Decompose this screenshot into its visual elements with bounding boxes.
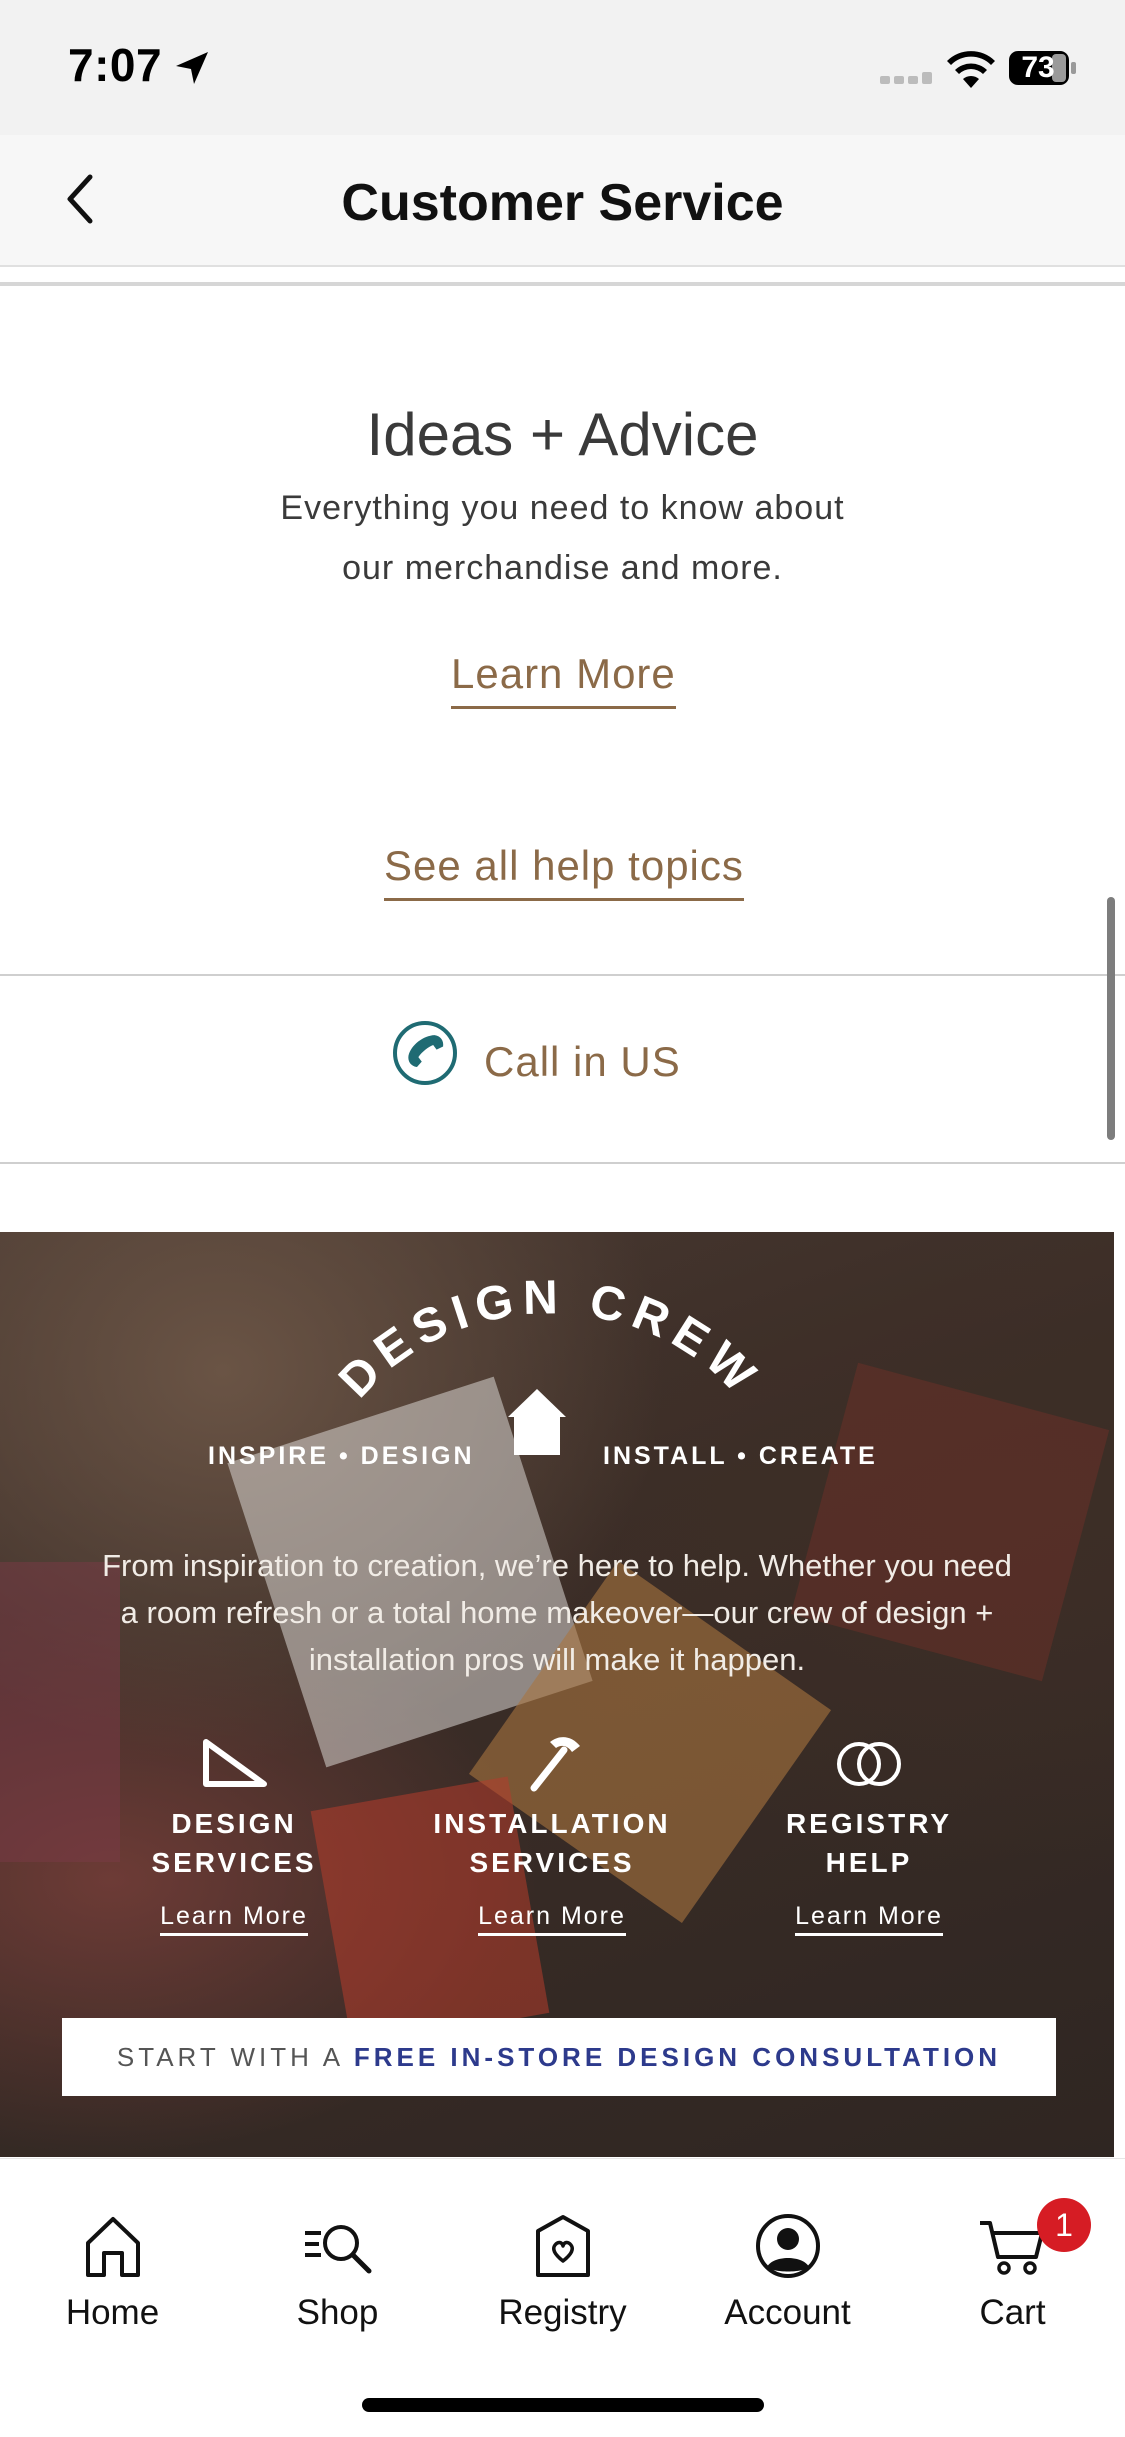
installation-services-learn-more-link[interactable]: Learn More bbox=[478, 1902, 626, 1936]
tab-cart-label: Cart bbox=[979, 2293, 1046, 2332]
cellular-signal-icon bbox=[880, 72, 932, 84]
battery-level: 73 bbox=[1021, 51, 1055, 84]
tab-registry[interactable]: Registry bbox=[450, 2211, 675, 2333]
bottom-tab-bar: Home Shop Registry Account Cart bbox=[0, 2158, 1125, 2437]
installation-services-title: INSTALLATION SERVICES bbox=[433, 1808, 671, 1878]
see-all-help-topics-link[interactable]: See all help topics bbox=[384, 842, 744, 901]
home-indicator[interactable] bbox=[362, 2398, 764, 2412]
triangle-ruler-icon bbox=[203, 1739, 267, 1787]
status-bar: 7:07 73 bbox=[0, 0, 1125, 135]
banner-description: From inspiration to creation, we’re here… bbox=[102, 1548, 1012, 1677]
scrollbar[interactable] bbox=[1107, 897, 1115, 1140]
divider bbox=[0, 1162, 1125, 1164]
ideas-learn-more-link[interactable]: Learn More bbox=[451, 650, 676, 709]
location-arrow-icon bbox=[176, 52, 208, 84]
hammer-icon bbox=[530, 1737, 580, 1792]
divider bbox=[0, 974, 1125, 976]
tab-home-label: Home bbox=[65, 2293, 160, 2332]
navigation-bar: Customer Service bbox=[0, 135, 1125, 267]
tab-shop-label: Shop bbox=[296, 2293, 379, 2332]
tab-shop[interactable]: Shop bbox=[225, 2211, 450, 2333]
tab-account[interactable]: Account bbox=[675, 2211, 900, 2333]
tab-account-label: Account bbox=[724, 2293, 851, 2332]
design-crew-banner[interactable]: DESIGN CREW INSPIRE • DESIGN INSTALL • C… bbox=[0, 1232, 1114, 2157]
ideas-advice-description: Everything you need to know about our me… bbox=[280, 489, 845, 587]
account-icon bbox=[755, 2214, 820, 2278]
design-services-item: DESIGN SERVICES Learn More bbox=[104, 1732, 364, 1936]
banner-tagline-right: INSTALL • CREATE bbox=[603, 1442, 878, 1470]
registry-icon bbox=[535, 2215, 590, 2277]
tab-home[interactable]: Home bbox=[0, 2211, 225, 2333]
tab-registry-label: Registry bbox=[498, 2293, 627, 2332]
consult-prefix: START WITH A bbox=[116, 2042, 343, 2072]
ideas-advice-title: Ideas + Advice bbox=[366, 401, 759, 468]
design-services-title: DESIGN SERVICES bbox=[151, 1808, 317, 1878]
tab-cart[interactable]: Cart bbox=[900, 2211, 1125, 2333]
registry-help-title: REGISTRY HELP bbox=[785, 1808, 953, 1878]
cart-count-badge: 1 bbox=[1037, 2198, 1091, 2252]
page-title: Customer Service bbox=[341, 174, 784, 232]
installation-services-item: INSTALLATION SERVICES Learn More bbox=[422, 1732, 682, 1936]
call-us-label: Call in US bbox=[484, 1038, 681, 1085]
house-icon bbox=[508, 1389, 566, 1455]
phone-icon bbox=[393, 1021, 457, 1085]
rings-icon bbox=[837, 1742, 901, 1786]
consult-emphasis: FREE IN-STORE DESIGN CONSULTATION bbox=[353, 2042, 1002, 2072]
design-services-learn-more-link[interactable]: Learn More bbox=[160, 1902, 308, 1936]
registry-help-learn-more-link[interactable]: Learn More bbox=[795, 1902, 943, 1936]
banner-tagline-left: INSPIRE • DESIGN bbox=[208, 1442, 475, 1470]
status-time: 7:07 bbox=[68, 39, 163, 91]
registry-help-item: REGISTRY HELP Learn More bbox=[739, 1732, 999, 1936]
shop-search-icon bbox=[304, 2225, 371, 2274]
home-icon bbox=[85, 2217, 140, 2277]
free-design-consultation-button[interactable]: START WITH A FREE IN-STORE DESIGN CONSUL… bbox=[62, 2018, 1056, 2096]
section-divider bbox=[0, 282, 1125, 286]
wifi-icon bbox=[947, 51, 995, 88]
